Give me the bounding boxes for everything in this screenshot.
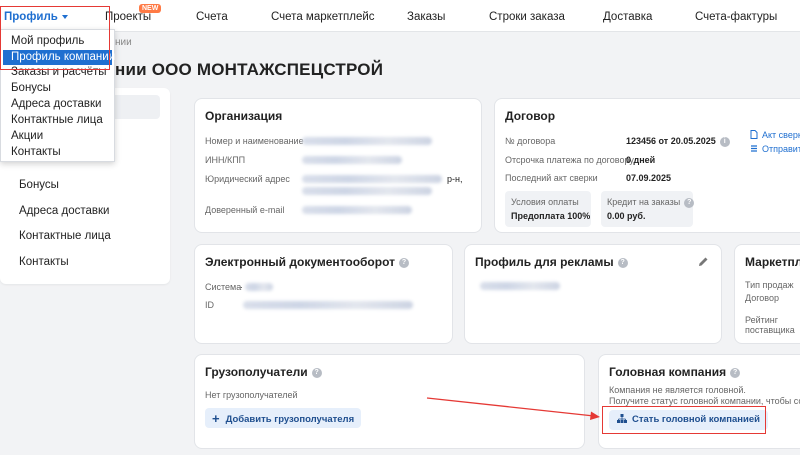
sidebar-item-bonuses[interactable]: Бонусы — [19, 179, 59, 191]
mp-contract-label: Договор — [745, 293, 779, 303]
help-icon[interactable]: ? — [730, 367, 741, 378]
edo-title: Электронный документооборот? — [205, 255, 410, 269]
contract-number-value: 123456 от 20.05.2025 i — [626, 136, 730, 147]
last-act-label: Последний акт сверки — [505, 173, 598, 183]
help-icon[interactable]: ? — [311, 367, 322, 378]
rating-label-2: поставщика — [745, 325, 795, 335]
credit-box: Кредит на заказы? 0.00 руб. — [601, 191, 695, 227]
org-email-label: Доверенный e-mail — [205, 205, 285, 215]
payment-terms-value: Предоплата 100% — [511, 211, 591, 221]
send-link-label: Отправит — [762, 144, 800, 154]
parent-company-card: Головная компания? Компания не является … — [598, 354, 800, 449]
menu-item-bonuses[interactable]: Бонусы — [11, 82, 51, 94]
help-icon[interactable]: ? — [399, 257, 410, 268]
parent-company-title-text: Головная компания — [609, 365, 727, 379]
payment-terms-box: Условия оплаты Предоплата 100% — [505, 191, 591, 227]
parent-company-line2: Получите статус головной компании, чтобы… — [609, 396, 800, 406]
act-link-label: Акт сверки — [762, 130, 800, 140]
consignees-empty-text: Нет грузополучателей — [205, 390, 298, 400]
info-icon[interactable]: i — [719, 136, 730, 147]
contract-title: Договор — [505, 109, 556, 123]
menu-item-contacts[interactable]: Контакты — [11, 146, 61, 158]
nav-order-lines[interactable]: Строки заказа — [489, 11, 565, 23]
edo-id-label: ID — [205, 300, 214, 310]
org-inn-label: ИНН/КПП — [205, 155, 246, 165]
rating-label-1: Рейтинг — [745, 315, 779, 325]
ad-profile-title: Профиль для рекламы? — [475, 255, 628, 269]
menu-item-promotions[interactable]: Акции — [11, 130, 43, 142]
send-icon — [751, 145, 757, 152]
nav-orders[interactable]: Заказы — [407, 11, 445, 23]
act-reconciliation-link[interactable]: Акт сверки — [750, 130, 800, 140]
ad-profile-blurred — [480, 282, 560, 290]
nav-invoices[interactable]: Счета — [196, 11, 228, 23]
menu-item-contact-persons[interactable]: Контактные лица — [11, 114, 103, 126]
credit-label-text: Кредит на заказы — [607, 197, 681, 207]
org-inn-value-blurred — [302, 156, 402, 164]
credit-value: 0.00 руб. — [607, 211, 646, 221]
org-email-value-blurred — [302, 206, 412, 214]
edo-system-value: . — [240, 280, 243, 290]
org-address-line2-blurred — [302, 187, 432, 195]
marketplace-title: Маркетпле — [745, 255, 800, 269]
ad-profile-card: Профиль для рекламы? — [464, 244, 722, 344]
plus-icon: + — [212, 411, 220, 426]
org-number-label: Номер и наименование — [205, 136, 304, 146]
consignees-title-text: Грузополучатели — [205, 365, 308, 379]
marketplace-card: Маркетпле Тип продаж Договор Рейтинг пос… — [734, 244, 800, 344]
page-title: нии ООО МОНТАЖСПЕЦСТРОЙ — [115, 60, 384, 79]
nav-marketplace-invoices[interactable]: Счета маркетплейс — [271, 11, 375, 23]
add-consignee-button[interactable]: + Добавить грузополучателя — [205, 408, 362, 428]
payment-terms-label: Условия оплаты — [511, 197, 579, 207]
contract-number-text: 123456 от 20.05.2025 — [626, 136, 716, 146]
sidebar-item-addresses[interactable]: Адреса доставки — [19, 205, 109, 217]
edo-system-blurred — [245, 283, 273, 291]
highlight-frame-button — [602, 406, 766, 434]
organization-card: Организация Номер и наименование ИНН/КПП… — [194, 98, 482, 233]
edo-title-text: Электронный документооборот — [205, 255, 396, 269]
sales-type-label: Тип продаж — [745, 280, 794, 290]
help-icon[interactable]: ? — [684, 197, 695, 208]
org-address-tail: р-н, — [447, 174, 463, 184]
new-badge: NEW — [139, 4, 162, 13]
contract-card: Договор № договора 123456 от 20.05.2025 i… — [494, 98, 800, 233]
contract-number-label: № договора — [505, 136, 556, 146]
help-icon[interactable]: ? — [617, 257, 628, 268]
sidebar-item-contacts[interactable]: Контакты — [19, 256, 69, 268]
highlight-frame-menu — [0, 6, 110, 70]
edo-system-label: Система — [205, 282, 242, 292]
org-address-value-blurred — [302, 175, 442, 183]
sidebar-item-contact-persons[interactable]: Контактные лица — [19, 230, 111, 242]
breadcrumb[interactable]: нии — [115, 37, 132, 48]
deferral-value: 0 дней — [626, 155, 656, 165]
org-number-value-blurred — [302, 137, 432, 145]
edo-id-blurred — [243, 301, 413, 309]
nav-delivery[interactable]: Доставка — [603, 11, 652, 23]
menu-item-addresses[interactable]: Адреса доставки — [11, 98, 101, 110]
deferral-label: Отсрочка платежа по договору — [505, 155, 634, 165]
consignees-card: Грузополучатели? Нет грузополучателей + Д… — [194, 354, 585, 449]
org-address-label: Юридический адрес — [205, 174, 290, 184]
consignees-title: Грузополучатели? — [205, 365, 322, 379]
ad-profile-title-text: Профиль для рекламы — [475, 255, 614, 269]
send-link[interactable]: Отправит — [750, 144, 800, 154]
parent-company-line1: Компания не является головной. — [609, 385, 746, 395]
parent-company-title: Головная компания? — [609, 365, 741, 379]
last-act-value: 07.09.2025 — [626, 173, 672, 183]
organization-title: Организация — [205, 109, 283, 123]
pencil-icon[interactable] — [698, 256, 709, 267]
document-icon — [750, 130, 758, 139]
edo-card: Электронный документооборот? Система . I… — [194, 244, 453, 344]
add-consignee-label: Добавить грузополучателя — [225, 414, 355, 425]
credit-label: Кредит на заказы? — [607, 197, 695, 208]
top-navigation: Профиль Проекты NEW Счета Счета маркетпл… — [0, 0, 800, 32]
nav-factura[interactable]: Счета-фактуры — [695, 11, 777, 23]
